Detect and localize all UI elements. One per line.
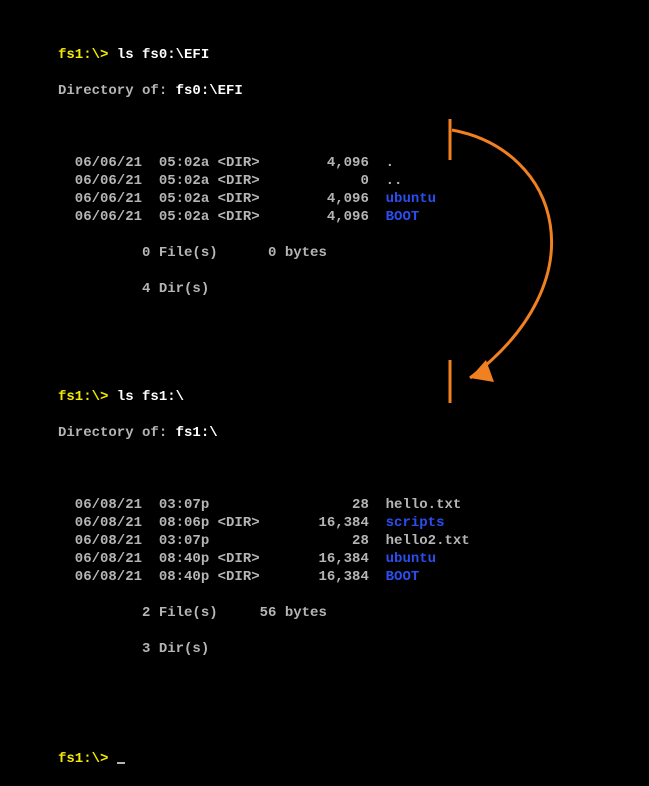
- row-meta: 06/06/21 05:02a <DIR> 0: [58, 173, 386, 189]
- table-row: 06/06/21 05:02a <DIR> 4,096 ubuntu: [58, 190, 649, 208]
- row-name: BOOT: [386, 569, 420, 585]
- summary-dirs-2: 3 Dir(s): [58, 640, 649, 658]
- row-name: hello.txt: [386, 497, 462, 513]
- command-text: ls fs1:\: [117, 389, 184, 405]
- blank: [58, 712, 649, 730]
- table-row: 06/06/21 05:02a <DIR> 4,096 .: [58, 154, 649, 172]
- blank: [58, 676, 649, 694]
- table-row: 06/08/21 03:07p 28 hello.txt: [58, 496, 649, 514]
- blank: [58, 352, 649, 370]
- row-name: ..: [386, 173, 403, 189]
- table-row: 06/08/21 08:40p <DIR> 16,384 BOOT: [58, 568, 649, 586]
- dir-header-2: Directory of: fs1:\: [58, 424, 649, 442]
- table-row: 06/08/21 08:40p <DIR> 16,384 ubuntu: [58, 550, 649, 568]
- cursor: [117, 750, 125, 764]
- dir-header-1: Directory of: fs0:\EFI: [58, 82, 649, 100]
- blank: [58, 118, 649, 136]
- summary-files-2: 2 File(s) 56 bytes: [58, 604, 649, 622]
- table-row: 06/06/21 05:02a <DIR> 4,096 BOOT: [58, 208, 649, 226]
- table-row: 06/08/21 08:06p <DIR> 16,384 scripts: [58, 514, 649, 532]
- table-row: 06/06/21 05:02a <DIR> 0 ..: [58, 172, 649, 190]
- row-name: BOOT: [386, 209, 420, 225]
- command-text: ls fs0:\EFI: [117, 47, 209, 63]
- terminal[interactable]: fs1:\> ls fs0:\EFI Directory of: fs0:\EF…: [0, 0, 649, 786]
- row-name: ubuntu: [386, 551, 436, 567]
- prompt: fs1:\>: [58, 47, 117, 63]
- row-meta: 06/08/21 08:40p <DIR> 16,384: [58, 551, 386, 567]
- listing-2: 06/08/21 03:07p 28 hello.txt 06/08/21 08…: [58, 496, 649, 586]
- row-meta: 06/06/21 05:02a <DIR> 4,096: [58, 209, 386, 225]
- prompt: fs1:\>: [58, 389, 117, 405]
- prompt-idle[interactable]: fs1:\>: [58, 748, 649, 768]
- table-row: 06/08/21 03:07p 28 hello2.txt: [58, 532, 649, 550]
- summary-files-1: 0 File(s) 0 bytes: [58, 244, 649, 262]
- row-name: scripts: [386, 515, 445, 531]
- cmd-line-2: fs1:\> ls fs1:\: [58, 388, 649, 406]
- row-meta: 06/08/21 08:40p <DIR> 16,384: [58, 569, 386, 585]
- row-meta: 06/06/21 05:02a <DIR> 4,096: [58, 191, 386, 207]
- blank: [58, 460, 649, 478]
- row-meta: 06/08/21 03:07p 28: [58, 497, 386, 513]
- row-name: .: [386, 155, 394, 171]
- row-name: hello2.txt: [386, 533, 470, 549]
- row-meta: 06/08/21 08:06p <DIR> 16,384: [58, 515, 386, 531]
- cmd-line-1: fs1:\> ls fs0:\EFI: [58, 46, 649, 64]
- row-name: ubuntu: [386, 191, 436, 207]
- listing-1: 06/06/21 05:02a <DIR> 4,096 . 06/06/21 0…: [58, 154, 649, 226]
- summary-dirs-1: 4 Dir(s): [58, 280, 649, 298]
- blank: [58, 316, 649, 334]
- row-meta: 06/06/21 05:02a <DIR> 4,096: [58, 155, 386, 171]
- row-meta: 06/08/21 03:07p 28: [58, 533, 386, 549]
